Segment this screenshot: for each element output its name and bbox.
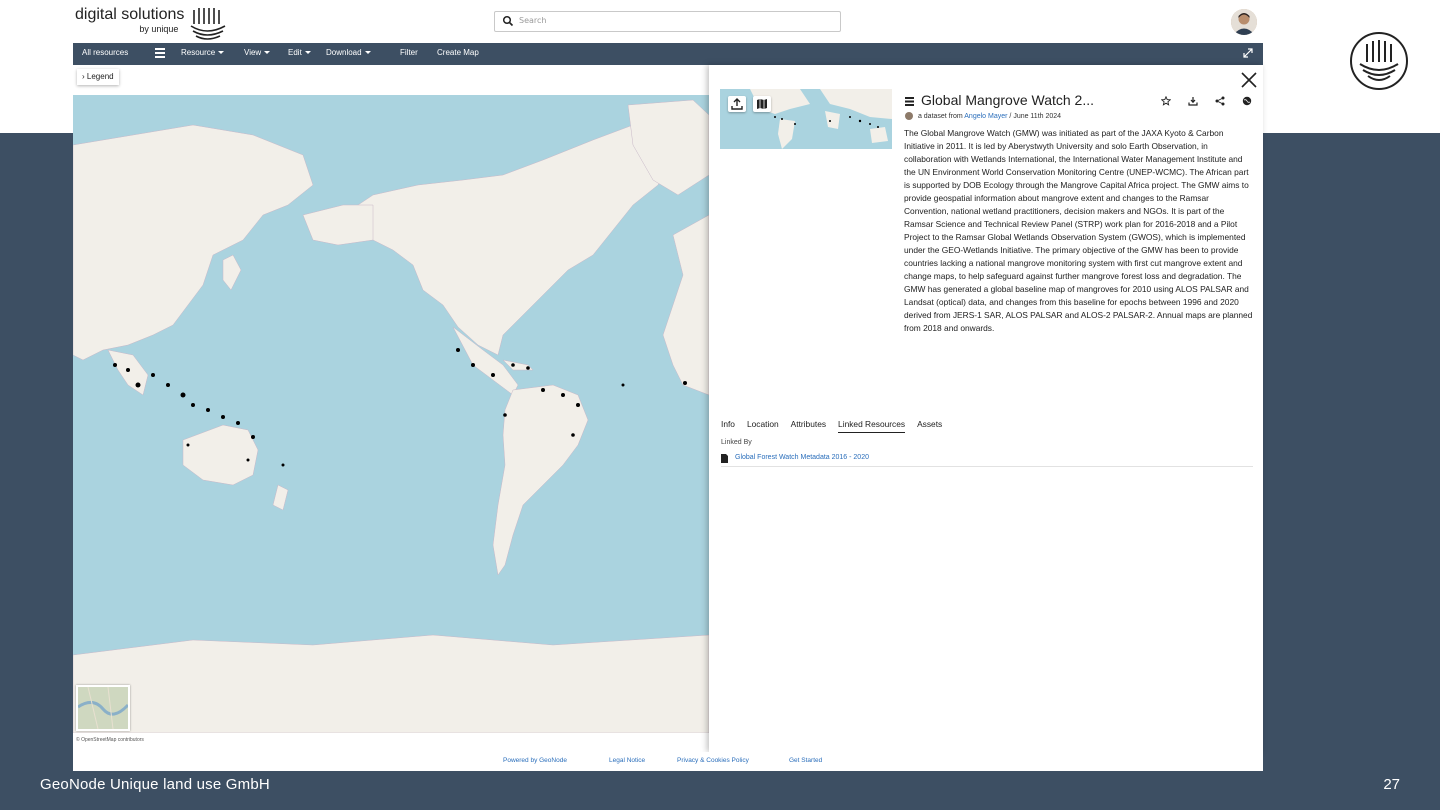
upload-icon: [731, 98, 743, 110]
search-input[interactable]: [519, 12, 829, 29]
chevron-down-icon: [264, 51, 271, 55]
resource-thumbnail: [720, 89, 892, 149]
chevron-right-icon: ›: [82, 72, 85, 81]
slide-page-number: 27: [1383, 776, 1400, 793]
document-icon: [721, 454, 728, 463]
search-bar: [494, 11, 841, 32]
geonode-app-window: digital solutions by unique Search All r…: [73, 0, 1263, 771]
map-thumbnail-button[interactable]: [753, 96, 771, 112]
main-navbar: All resources Resource View Edit Downloa…: [73, 43, 1263, 65]
nav-resource-menu[interactable]: Resource: [181, 48, 225, 57]
nav-filter[interactable]: Filter: [400, 48, 418, 57]
overview-minimap[interactable]: [76, 685, 130, 731]
close-icon[interactable]: [1240, 71, 1258, 89]
brand-logo[interactable]: digital solutions by unique: [75, 6, 228, 40]
nav-download-menu[interactable]: Download: [326, 48, 371, 57]
brand-tagline: by unique: [139, 24, 179, 34]
upload-thumbnail-button[interactable]: [728, 96, 746, 112]
linked-resource-link[interactable]: Global Forest Watch Metadata 2016 - 2020: [735, 454, 869, 461]
catalog-icon: [155, 48, 165, 58]
slide-footer-company: GeoNode Unique land use GmbH: [40, 776, 270, 793]
globe-icon[interactable]: [1242, 96, 1252, 106]
unique-round-logo-icon: [1350, 32, 1408, 90]
app-footer: Powered by GeoNode Legal Notice Privacy …: [73, 752, 1263, 771]
resource-tabs: Info Location Attributes Linked Resource…: [721, 419, 954, 433]
user-avatar[interactable]: [1231, 9, 1257, 35]
map-attribution: © OpenStreetMap contributors: [76, 737, 144, 743]
tab-attributes[interactable]: Attributes: [791, 419, 826, 433]
footer-link-get-started[interactable]: Get Started: [789, 757, 822, 764]
legend-toggle-button[interactable]: › Legend: [77, 69, 119, 85]
nav-all-resources[interactable]: All resources: [82, 48, 128, 57]
tab-location[interactable]: Location: [747, 419, 779, 433]
chevron-down-icon: [364, 51, 371, 55]
author-avatar-icon: [905, 112, 913, 120]
resource-details-panel: Global Mangrove Watch 2... a dataset fro…: [709, 65, 1263, 752]
resource-title-row: Global Mangrove Watch 2...: [905, 92, 1257, 110]
map-icon: [757, 99, 767, 109]
footer-link-legal-notice[interactable]: Legal Notice: [609, 757, 645, 764]
user-photo-icon: [1231, 9, 1257, 35]
resource-date: June 11th 2024: [1013, 112, 1062, 120]
top-bar: digital solutions by unique: [73, 0, 1263, 43]
resource-title: Global Mangrove Watch 2...: [921, 92, 1095, 108]
unique-logo-icon: [190, 8, 226, 40]
dataset-layers-icon: [905, 97, 914, 106]
map-viewer[interactable]: › Legend: [73, 65, 709, 733]
tab-info[interactable]: Info: [721, 419, 735, 433]
nav-catalog-button[interactable]: [155, 48, 165, 60]
chevron-down-icon: [218, 51, 225, 55]
nav-create-map[interactable]: Create Map: [437, 48, 479, 57]
map-toolbar-strip: [73, 65, 709, 95]
search-icon[interactable]: [502, 15, 514, 27]
resource-description: The Global Mangrove Watch (GMW) was init…: [904, 128, 1253, 333]
resource-byline: a dataset from Angelo Mayer / June 11th …: [905, 112, 1061, 120]
linked-resource-item[interactable]: Global Forest Watch Metadata 2016 - 2020: [721, 452, 1253, 467]
favorite-star-icon[interactable]: [1161, 96, 1171, 106]
nav-edit-menu[interactable]: Edit: [288, 48, 311, 57]
world-map-canvas[interactable]: [73, 65, 709, 733]
author-link[interactable]: Angelo Mayer: [964, 113, 1007, 120]
tab-linked-resources[interactable]: Linked Resources: [838, 419, 906, 433]
brand-name: digital solutions: [75, 6, 185, 23]
tab-assets[interactable]: Assets: [917, 419, 942, 433]
download-icon[interactable]: [1188, 96, 1198, 106]
footer-link-privacy[interactable]: Privacy & Cookies Policy: [677, 757, 749, 764]
linked-by-label: Linked By: [721, 439, 752, 446]
chevron-down-icon: [304, 51, 311, 55]
minimap-thumbnail-icon: [77, 686, 130, 730]
footer-link-powered-by[interactable]: Powered by GeoNode: [503, 757, 567, 764]
fullscreen-icon[interactable]: [1243, 48, 1253, 58]
nav-view-menu[interactable]: View: [244, 48, 271, 57]
share-icon[interactable]: [1215, 96, 1225, 106]
